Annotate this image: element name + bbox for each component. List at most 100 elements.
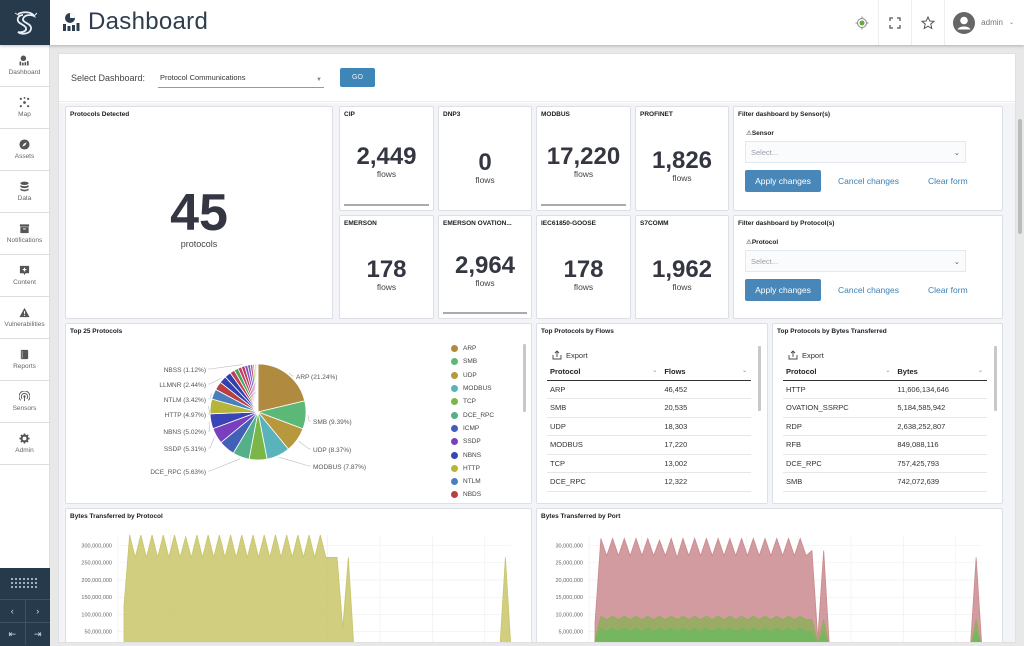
table-row[interactable]: DCE_RPC 757,425,793 [783,454,987,473]
user-menu[interactable]: admin ⌄ [944,0,1024,45]
bytes-by-protocol-panel: Bytes Transferred by Protocol 50,000,000… [65,508,532,643]
sidebar-item-content[interactable]: Content [0,255,49,297]
metric-unit: flows [573,169,594,179]
legend-item-modbus[interactable]: MODBUS [451,382,494,395]
y-tick-label: 100,000,000 [81,612,112,618]
export-button[interactable]: Export [788,350,824,360]
sensor-select[interactable]: Select... ⌄ [745,141,966,163]
top-protocols-by-flows-panel: Top Protocols by Flows Export Protocol ⌄ … [536,323,768,504]
legend-label: NBNS [463,451,482,459]
sensor-select-placeholder: Select... [751,147,779,157]
table-row[interactable]: UDP 18,303 [547,417,751,436]
sidebar-label: Sensors [12,405,37,412]
legend-label: DCE_RPC [463,411,495,419]
table-row[interactable]: RFB 849,088,116 [783,435,987,455]
legend-item-http[interactable]: HTTP [451,462,494,475]
sidebar-item-admin[interactable]: Admin [0,423,49,465]
go-button[interactable]: GO [340,68,375,87]
table-row[interactable]: HTTP 11,606,134,646 [783,380,987,399]
export-button[interactable]: Export [552,350,588,360]
table-row[interactable]: RDP 2,638,252,807 [783,417,987,436]
legend-swatch [451,491,458,499]
sidebar-item-dashboard[interactable]: Dashboard [0,45,49,87]
fullscreen-button[interactable] [878,0,911,45]
table-row[interactable]: OVATION_SSRPC 5,184,585,942 [783,398,987,418]
sidebar-item-reports[interactable]: Reports [0,339,49,381]
favorite-button[interactable] [911,0,944,45]
table-row[interactable]: MODBUS 17,220 [547,435,751,455]
gear-icon [19,433,30,444]
sidebar-item-vulnerabilities[interactable]: Vulnerabilities [0,297,49,339]
dashboard-selector-bar: Select Dashboard: Protocol Communication… [59,54,1015,102]
prev-button[interactable]: ‹ [0,600,26,622]
table-row[interactable]: TCP 13,002 [547,454,751,473]
column-header-protocol[interactable]: Protocol ⌄ [547,364,662,381]
legend-swatch [451,345,458,353]
area-series-primary[interactable] [123,534,511,643]
dashboard-select[interactable]: Protocol Communications ▼ [158,68,324,88]
grid-toggle-button[interactable] [0,568,50,600]
sidebar-item-assets[interactable]: Assets [0,129,49,171]
cancel-changes-button[interactable]: Cancel changes [838,279,899,301]
table-row[interactable]: DCE_RPC 12,322 [547,472,751,492]
pie-label-ntlm: NTLM (3.42%) [164,397,206,404]
sidebar-label: Assets [14,153,35,160]
sidebar-item-map[interactable]: Map [0,87,49,129]
table-scrollbar[interactable] [994,346,997,411]
page-title: Dashboard [62,8,208,36]
dashboard-title: Dashboard [88,8,209,35]
value-cell: 13,002 [661,454,751,473]
location-button[interactable] [845,0,878,45]
column-header-flows[interactable]: Flows ⌄ [661,364,751,381]
legend-swatch [451,464,458,472]
metric-scrollbar[interactable] [443,312,527,314]
book-icon [20,349,29,360]
sidebar-item-notifications[interactable]: Notifications [0,213,49,255]
first-button[interactable]: ⇤ [0,623,26,645]
legend-item-arp[interactable]: ARP [451,342,494,355]
legend-item-udp[interactable]: UDP [451,369,494,382]
table-row[interactable]: ARP 46,452 [547,380,751,399]
table-row[interactable]: SMB 742,072,639 [783,472,987,492]
y-tick-label: 250,000,000 [81,561,112,567]
metric-tile-modbus: MODBUS 17,220 flows [536,106,631,211]
metric-scrollbar[interactable] [541,204,626,206]
protocol-field-label: Protocol [751,239,779,246]
page-scrollbar-thumb[interactable] [1018,119,1022,234]
cancel-changes-button[interactable]: Cancel changes [838,170,899,192]
app-logo[interactable] [0,0,50,45]
last-button[interactable]: ⇥ [26,623,51,645]
page-scrollbar[interactable] [1016,53,1024,643]
legend-scrollbar[interactable] [523,344,526,412]
y-tick-label: 5,000,000 [559,630,583,636]
sidebar: Dashboard Map Assets Data Notifications … [0,45,50,646]
apply-changes-button[interactable]: Apply changes [745,170,821,192]
protocol-cell: DCE_RPC [783,454,895,473]
legend-item-tcp[interactable]: TCP [451,395,494,408]
legend-item-nbns[interactable]: NBNS [451,448,494,461]
clear-form-button[interactable]: Clear form [928,279,968,301]
metric-scrollbar[interactable] [344,204,429,206]
legend-swatch [451,385,458,393]
legend-item-dce_rpc[interactable]: DCE_RPC [451,408,494,421]
legend-item-ntlm[interactable]: NTLM [451,475,494,488]
legend-item-smb[interactable]: SMB [451,355,494,368]
legend-item-icmp[interactable]: ICMP [451,422,494,435]
export-label: Export [566,350,588,360]
legend-label: TCP [463,398,476,406]
next-button[interactable]: › [26,600,51,622]
column-header-protocol[interactable]: Protocol ⌄ [783,364,895,381]
legend-item-ssdp[interactable]: SSDP [451,435,494,448]
sidebar-item-data[interactable]: Data [0,171,49,213]
sidebar-label: Dashboard [8,69,41,76]
protocol-select[interactable]: Select... ⌄ [745,250,966,272]
table-scrollbar[interactable] [758,346,761,411]
clear-form-button[interactable]: Clear form [928,170,968,192]
legend-item-nbds[interactable]: NBDS [451,488,494,501]
apply-changes-button[interactable]: Apply changes [745,279,821,301]
sidebar-item-sensors[interactable]: Sensors [0,381,49,423]
panel-title: Top Protocols by Bytes Transferred [777,328,887,335]
table-row[interactable]: SMB 20,535 [547,398,751,418]
column-header-bytes[interactable]: Bytes ⌄ [894,364,987,381]
legend-swatch [451,438,458,446]
